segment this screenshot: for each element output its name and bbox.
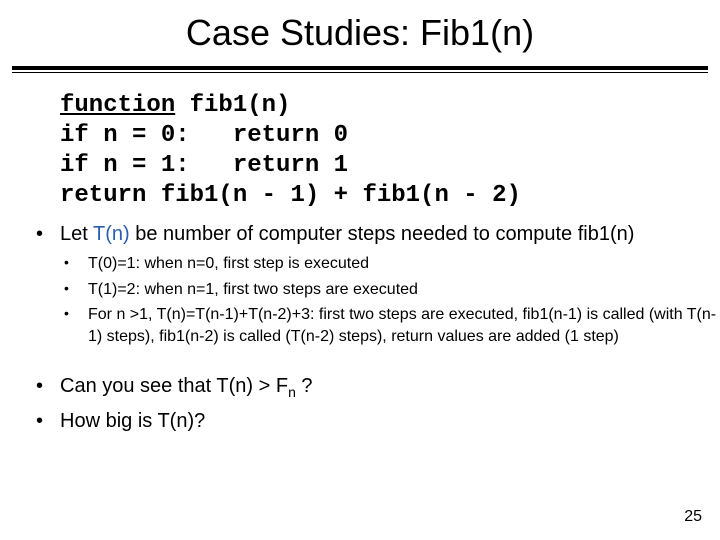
- slide: Case Studies: Fib1(n) function fib1(n) i…: [0, 0, 720, 540]
- bullet-text: Let T(n) be number of computer steps nee…: [60, 221, 684, 247]
- sub-marker: •: [64, 304, 88, 323]
- page-number: 25: [684, 508, 702, 526]
- bullet-let: • Let T(n) be number of computer steps n…: [36, 221, 684, 247]
- code-keyword: function: [60, 92, 175, 119]
- main-bullets: • Let T(n) be number of computer steps n…: [36, 221, 684, 247]
- q1-subscript: n: [288, 384, 296, 400]
- code-line-1b: fib1(n): [175, 92, 290, 119]
- sub-text-1: T(0)=1: when n=0, first step is executed: [88, 253, 720, 275]
- sub-bullets: • T(0)=1: when n=0, first step is execut…: [64, 253, 720, 347]
- sub-bullet-3: • For n >1, T(n)=T(n-1)+T(n-2)+3: first …: [64, 304, 720, 347]
- question-bullets: • Can you see that T(n) > Fn ? • How big…: [36, 373, 684, 433]
- q2-text: How big is T(n)?: [60, 408, 684, 434]
- let-post: be number of computer steps needed to co…: [130, 223, 635, 245]
- title-rule-thick: [12, 66, 708, 70]
- sub-text-3: For n >1, T(n)=T(n-1)+T(n-2)+3: first tw…: [88, 304, 720, 347]
- code-line-3: if n = 1: return 1: [60, 152, 348, 179]
- q1-post: ?: [296, 375, 313, 397]
- tn-highlight: T(n): [93, 223, 130, 245]
- q1-pre: Can you see that T(n) > F: [60, 375, 288, 397]
- slide-title: Case Studies: Fib1(n): [0, 0, 720, 62]
- code-line-4: return fib1(n - 1) + fib1(n - 2): [60, 182, 521, 209]
- title-rule-thin: [12, 72, 708, 73]
- bullet-q2: • How big is T(n)?: [36, 408, 684, 434]
- sub-text-2: T(1)=2: when n=1, first two steps are ex…: [88, 279, 720, 301]
- let-pre: Let: [60, 223, 93, 245]
- code-block: function fib1(n) if n = 0: return 0 if n…: [60, 91, 720, 211]
- bullet-marker: •: [36, 373, 60, 399]
- bullet-q1: • Can you see that T(n) > Fn ?: [36, 373, 684, 401]
- sub-bullet-1: • T(0)=1: when n=0, first step is execut…: [64, 253, 720, 275]
- sub-bullet-2: • T(1)=2: when n=1, first two steps are …: [64, 279, 720, 301]
- sub-marker: •: [64, 279, 88, 298]
- q1-text: Can you see that T(n) > Fn ?: [60, 373, 684, 401]
- code-line-2: if n = 0: return 0: [60, 122, 348, 149]
- bullet-marker: •: [36, 408, 60, 434]
- bullet-marker: •: [36, 221, 60, 247]
- sub-marker: •: [64, 253, 88, 272]
